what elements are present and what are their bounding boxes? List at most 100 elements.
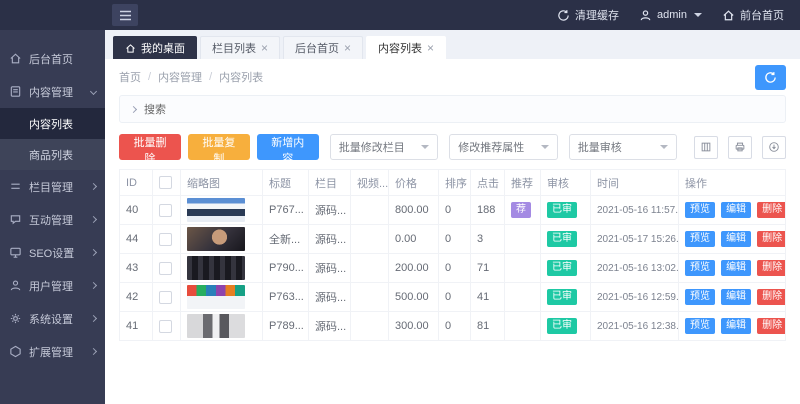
breadcrumb-content-mgmt[interactable]: 内容管理 [158,69,202,85]
preview-button[interactable]: 预览 [685,202,715,218]
delete-button[interactable]: 删除 [757,318,785,334]
change-recommend-select[interactable]: 修改推荐属性 [449,134,558,160]
cell-time: 2021-05-16 11:57... [591,196,679,225]
delete-button[interactable]: 删除 [757,202,785,218]
cell-id: 42 [120,283,153,312]
edit-button[interactable]: 编辑 [721,318,751,334]
row-thumbnail[interactable] [187,198,245,222]
recommend-badge: 荐 [511,202,531,218]
header-thumb: 缩略图 [181,170,263,196]
header-sort: 排序 [439,170,471,196]
export-button[interactable] [762,136,786,159]
filter-columns-icon [700,141,712,153]
batch-delete-button[interactable]: 批量删除 [119,134,181,160]
sidebar-item-admin-home[interactable]: 后台首页 [0,42,105,75]
row-checkbox[interactable] [159,291,172,304]
close-icon[interactable]: × [344,42,351,54]
cell-video [351,225,389,254]
table-row: 43 P790... 源码... 200.00 0 71 已审 2021-05-… [120,254,786,283]
sidebar-item-label: 内容管理 [29,84,73,100]
gear-icon [9,312,22,325]
home-icon [9,52,22,65]
preview-button[interactable]: 预览 [685,318,715,334]
preview-button[interactable]: 预览 [685,289,715,305]
cell-video [351,254,389,283]
sidebar-item-user-mgmt[interactable]: 用户管理 [0,269,105,302]
cell-recommend [505,283,541,312]
cell-id: 44 [120,225,153,254]
sidebar-item-seo-settings[interactable]: SEO设置 [0,236,105,269]
tab-my-desktop[interactable]: 我的桌面 [113,36,197,59]
sidebar-item-content-list[interactable]: 内容列表 [0,108,105,139]
filter-columns-button[interactable] [694,136,718,159]
row-checkbox[interactable] [159,233,172,246]
header-audit: 审核 [541,170,591,196]
breadcrumb: 首页 / 内容管理 / 内容列表 [119,69,263,85]
row-checkbox[interactable] [159,320,172,333]
preview-button[interactable]: 预览 [685,260,715,276]
batch-copy-button[interactable]: 批量复制 [188,134,250,160]
cell-price: 300.00 [389,312,439,341]
tab-label: 内容列表 [378,40,422,56]
tab-content-list[interactable]: 内容列表 × [366,36,446,59]
cell-time: 2021-05-16 13:02... [591,254,679,283]
edit-button[interactable]: 编辑 [721,231,751,247]
sidebar-item-label: 栏目管理 [29,179,73,195]
breadcrumb-home[interactable]: 首页 [119,69,141,85]
export-icon [768,141,780,153]
cell-click: 188 [471,196,505,225]
audit-badge: 已审 [547,318,577,334]
clear-cache-button[interactable]: 清理缓存 [557,7,619,23]
refresh-page-button[interactable] [755,65,786,90]
print-icon [734,141,746,153]
delete-button[interactable]: 删除 [757,289,785,305]
preview-button[interactable]: 预览 [685,231,715,247]
sidebar-item-label: 系统设置 [29,311,73,327]
sidebar-item-interact-mgmt[interactable]: 互动管理 [0,203,105,236]
add-content-button[interactable]: 新增内容 [257,134,319,160]
row-checkbox[interactable] [159,204,172,217]
sidebar-item-extension-mgmt[interactable]: 扩展管理 [0,335,105,368]
close-icon[interactable]: × [261,42,268,54]
print-button[interactable] [728,136,752,159]
batch-audit-select[interactable]: 批量审核 [569,134,678,160]
edit-button[interactable]: 编辑 [721,260,751,276]
cell-category: 源码... [309,225,351,254]
header-title: 标题 [263,170,309,196]
row-checkbox[interactable] [159,262,172,275]
batch-change-category-select[interactable]: 批量修改栏目 [330,134,439,160]
sidebar-toggle-button[interactable] [112,4,138,26]
tab-label: 后台首页 [295,40,339,56]
cell-category: 源码... [309,254,351,283]
user-menu[interactable]: admin [639,9,702,22]
header-click: 点击 [471,170,505,196]
cell-time: 2021-05-17 15:26... [591,225,679,254]
tab-admin-home[interactable]: 后台首页 × [283,36,363,59]
row-thumbnail[interactable] [187,285,245,309]
tab-column-list[interactable]: 栏目列表 × [200,36,280,59]
close-icon[interactable]: × [427,42,434,54]
chevron-right-icon [90,348,97,355]
front-home-link[interactable]: 前台首页 [722,7,784,23]
cell-id: 40 [120,196,153,225]
search-collapse[interactable]: 搜索 [119,95,786,123]
select-all-checkbox[interactable] [159,176,172,189]
cell-title: P789... [263,312,309,341]
sidebar-item-content-mgmt[interactable]: 内容管理 [0,75,105,108]
header-price: 价格 [389,170,439,196]
hexagon-icon [9,345,22,358]
row-thumbnail[interactable] [187,256,245,280]
table-row: 41 P789... 源码... 300.00 0 81 已审 2021-05-… [120,312,786,341]
sidebar-item-system-settings[interactable]: 系统设置 [0,302,105,335]
row-thumbnail[interactable] [187,314,245,338]
content-panel: 首页 / 内容管理 / 内容列表 搜索 批量删除 批量复制 新增内容 批量修改栏… [105,59,800,404]
header-action: 操作 [679,170,786,196]
monitor-icon [9,246,22,259]
sidebar-item-goods-list[interactable]: 商品列表 [0,139,105,170]
delete-button[interactable]: 删除 [757,260,785,276]
row-thumbnail[interactable] [187,227,245,251]
edit-button[interactable]: 编辑 [721,289,751,305]
edit-button[interactable]: 编辑 [721,202,751,218]
sidebar-item-column-mgmt[interactable]: 栏目管理 [0,170,105,203]
delete-button[interactable]: 删除 [757,231,785,247]
